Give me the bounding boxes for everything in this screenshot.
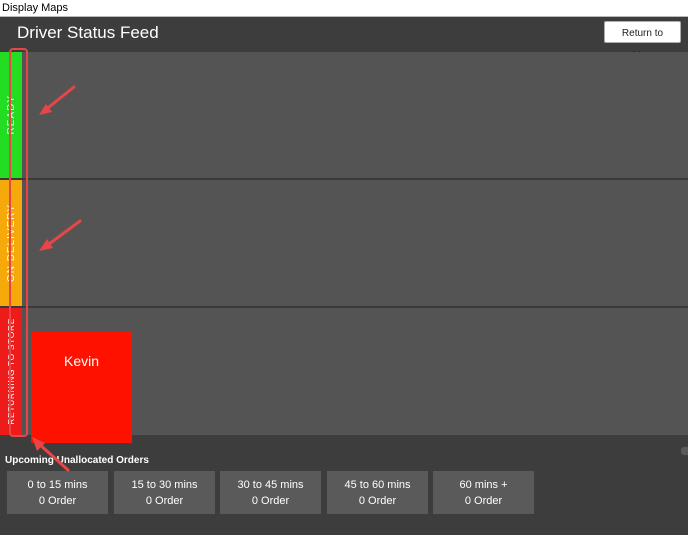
- bucket-count: 0 Order: [38, 495, 77, 507]
- lane-on-delivery: ON DELIVERY: [0, 180, 688, 306]
- annotation-arrow-icon: [39, 85, 76, 115]
- order-bucket-60-plus[interactable]: 60 mins + 0 Order: [433, 471, 534, 514]
- lane-returning-to-store: RETURNING TO STORE Kevin: [0, 308, 688, 443]
- window-titlebar: Display Maps: [0, 0, 688, 17]
- bucket-count: 0 Order: [358, 495, 397, 507]
- bucket-range: 0 to 15 mins: [27, 479, 88, 491]
- order-bucket-45-60[interactable]: 45 to 60 mins 0 Order: [327, 471, 428, 514]
- page-header: Driver Status Feed Return to Map: [0, 17, 688, 61]
- annotation-highlight-box: [9, 48, 28, 437]
- orders-title: Upcoming Unallocated Orders: [5, 455, 149, 466]
- annotation-arrow-icon: [32, 437, 70, 472]
- bucket-count: 0 Order: [464, 495, 503, 507]
- bucket-range: 45 to 60 mins: [344, 479, 411, 491]
- order-bucket-30-45[interactable]: 30 to 45 mins 0 Order: [220, 471, 321, 514]
- bucket-count: 0 Order: [145, 495, 184, 507]
- bucket-range: 15 to 30 mins: [131, 479, 198, 491]
- scroll-handle[interactable]: [681, 447, 688, 455]
- order-bucket-15-30[interactable]: 15 to 30 mins 0 Order: [114, 471, 215, 514]
- order-bucket-0-15[interactable]: 0 to 15 mins 0 Order: [7, 471, 108, 514]
- unallocated-orders-panel: Upcoming Unallocated Orders 0 to 15 mins…: [0, 452, 688, 535]
- app-window: Driver Status Feed Return to Map READY O…: [0, 17, 688, 535]
- driver-card-kevin[interactable]: Kevin: [31, 331, 132, 443]
- page-title: Driver Status Feed: [17, 23, 159, 42]
- lane-ready: READY: [0, 52, 688, 178]
- return-to-map-button[interactable]: Return to Map: [604, 21, 681, 61]
- bucket-range: 30 to 45 mins: [237, 479, 304, 491]
- bucket-range: 60 mins +: [459, 479, 508, 491]
- driver-name: Kevin: [63, 353, 100, 369]
- bucket-count: 0 Order: [251, 495, 290, 507]
- annotation-arrow-icon: [39, 219, 82, 251]
- window-title: Display Maps: [2, 2, 69, 14]
